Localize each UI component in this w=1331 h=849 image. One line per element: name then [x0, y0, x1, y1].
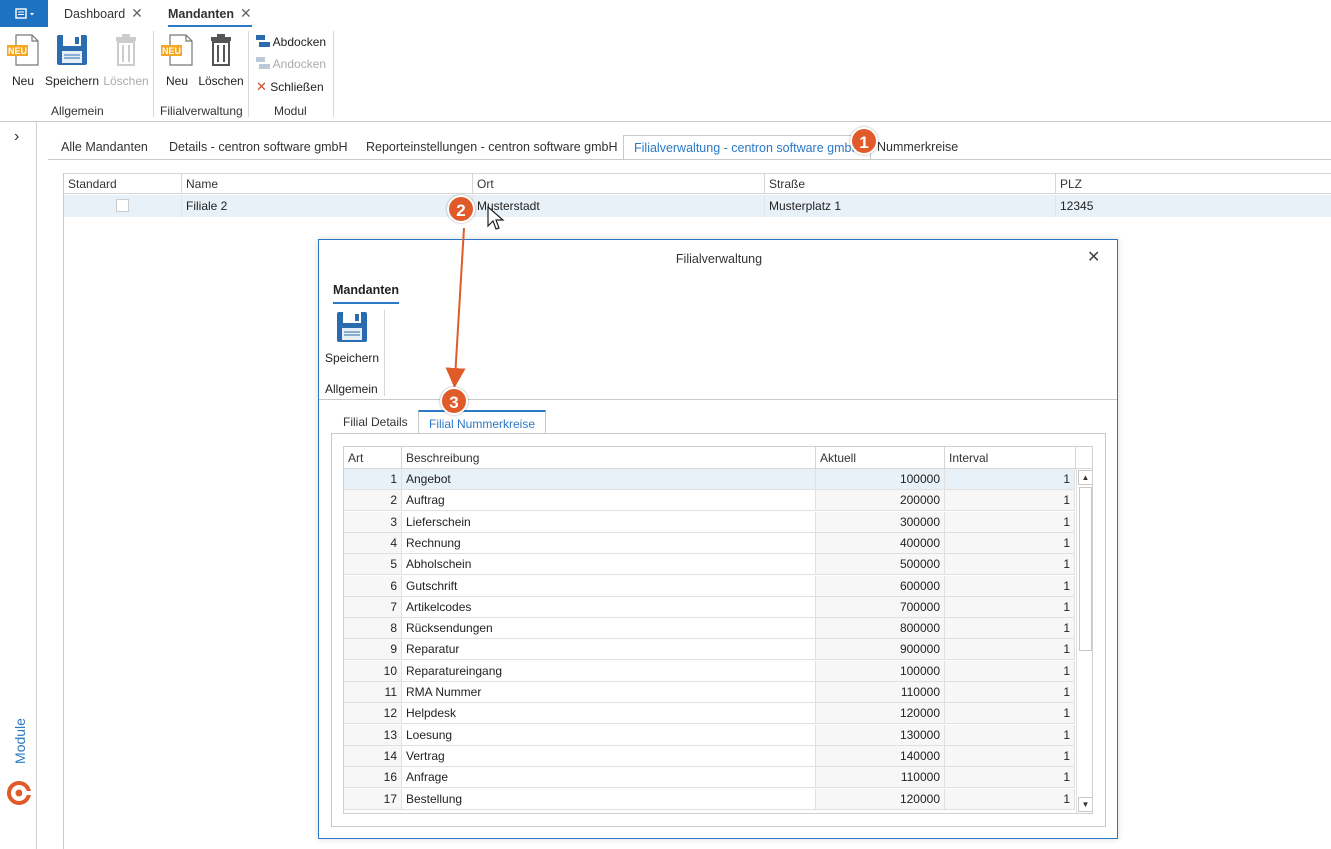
- annotation-badge-3: 3: [440, 387, 468, 415]
- annotation-arrow: [445, 227, 466, 388]
- annotation-badge-2: 2: [447, 195, 475, 223]
- annotation-badge-1: 1: [850, 127, 878, 155]
- mouse-cursor-icon: [487, 206, 505, 230]
